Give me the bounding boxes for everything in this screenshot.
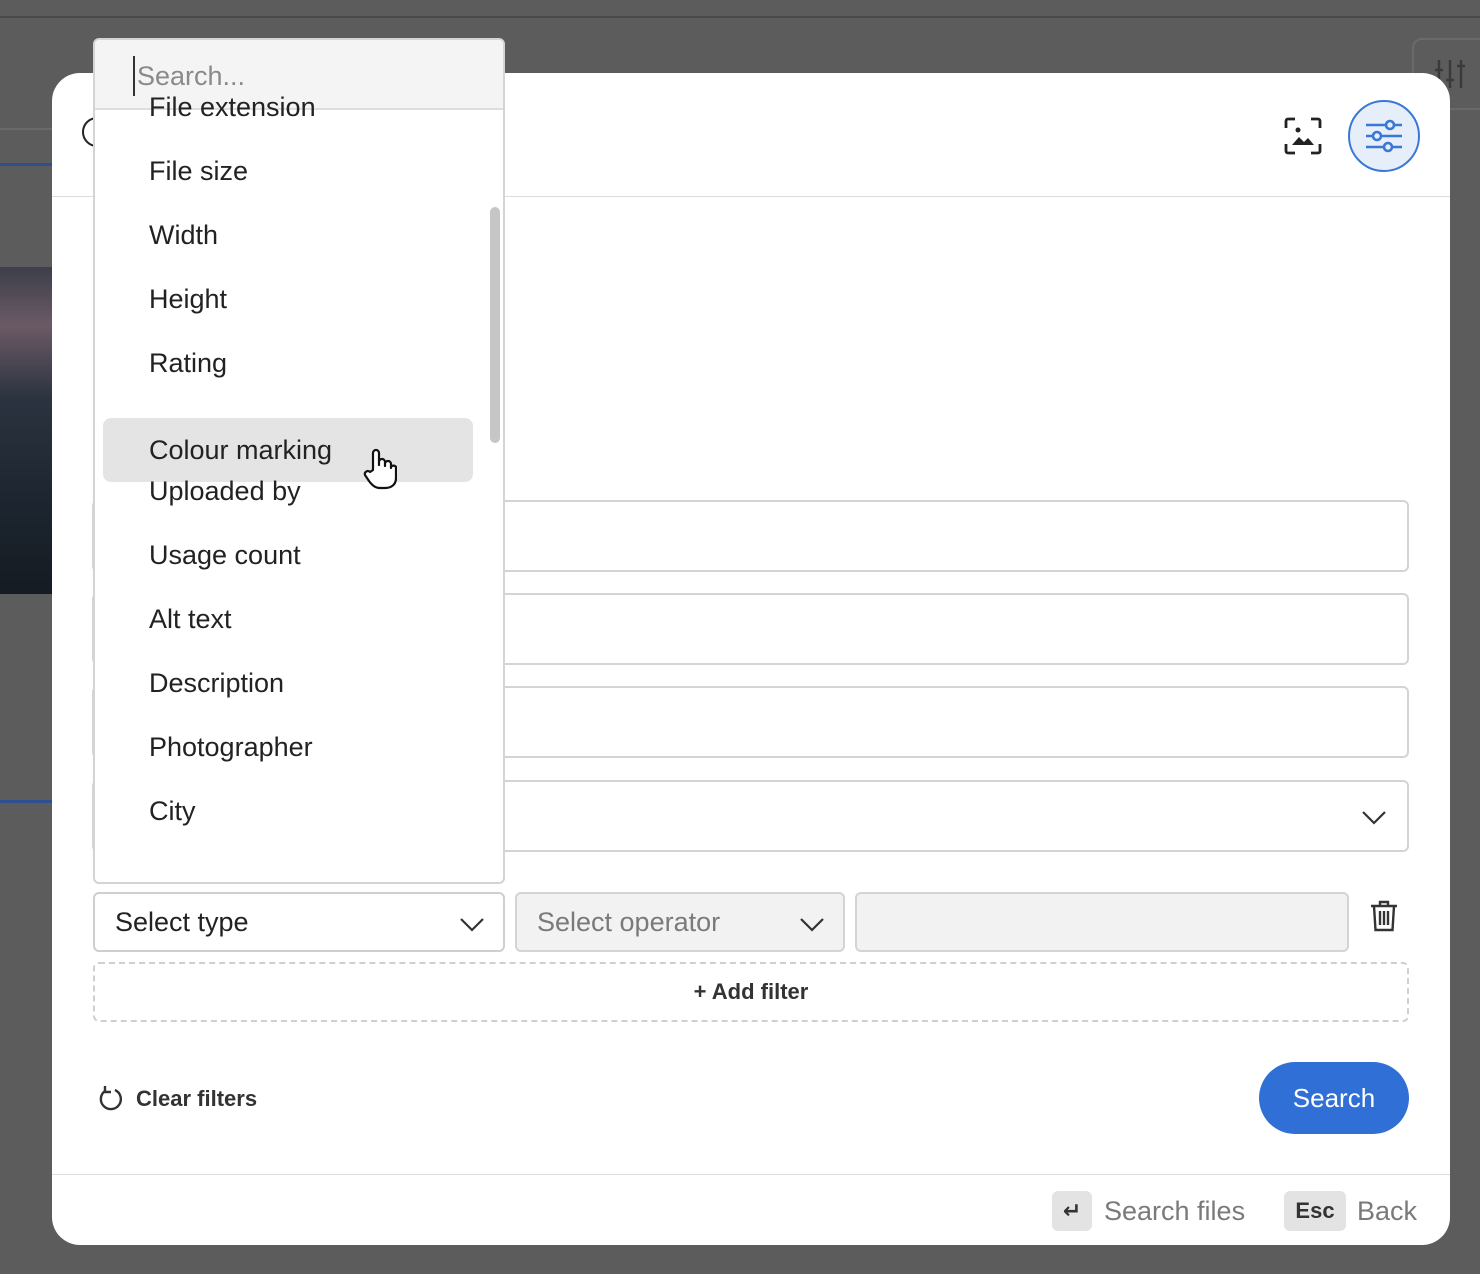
dropdown-option[interactable]: File size — [103, 139, 473, 203]
sliders-icon — [1366, 119, 1402, 153]
filter-type-dropdown: File extension File size Width Height Ra… — [93, 38, 505, 884]
image-search-icon — [1284, 117, 1322, 155]
dropdown-option[interactable]: Width — [103, 203, 473, 267]
clear-filters-button[interactable]: Clear filters — [96, 1081, 257, 1117]
add-filter-label: + Add filter — [693, 979, 809, 1004]
chevron-down-icon — [1362, 811, 1386, 825]
enter-key-hint: ↵ — [1052, 1191, 1092, 1231]
search-files-hint: Search files — [1104, 1195, 1246, 1226]
option-label: Description — [149, 667, 285, 698]
filter-operator-placeholder: Select operator — [537, 906, 721, 937]
background-accent-line — [0, 800, 52, 803]
reset-icon — [99, 1086, 123, 1111]
option-label: Photographer — [149, 731, 313, 762]
dropdown-option[interactable]: Height — [103, 267, 473, 331]
option-label: Uploaded by — [149, 475, 301, 506]
clear-filters-label: Clear filters — [136, 1086, 258, 1111]
modal-footer: ↵ Search files Esc Back — [52, 1174, 1450, 1245]
option-label: Alt text — [149, 603, 232, 634]
dropdown-scrollbar[interactable] — [490, 207, 500, 443]
option-label: Height — [149, 283, 228, 314]
background-divider — [0, 16, 1480, 18]
option-label: Width — [149, 219, 219, 250]
background-accent-line — [0, 163, 52, 166]
chevron-down-icon — [460, 918, 484, 932]
dropdown-option[interactable]: Description — [103, 651, 473, 715]
search-button[interactable]: Search — [1259, 1062, 1409, 1134]
dropdown-option[interactable]: Uploaded by — [103, 459, 473, 523]
chevron-down-icon — [800, 918, 824, 932]
option-label: Rating — [149, 347, 228, 378]
option-label: File extension — [149, 91, 316, 122]
dropdown-option[interactable]: Photographer — [103, 715, 473, 779]
option-label: Usage count — [149, 539, 301, 570]
filter-toggle-button[interactable] — [1348, 100, 1420, 172]
dropdown-option[interactable]: Usage count — [103, 523, 473, 587]
hand-cursor-icon — [363, 448, 397, 490]
dropdown-option[interactable]: Alt text — [103, 587, 473, 651]
esc-key-hint: Esc — [1284, 1191, 1346, 1231]
option-label: File size — [149, 155, 249, 186]
filter-type-select[interactable]: Select type — [93, 892, 505, 952]
filter-value-input[interactable] — [855, 892, 1349, 952]
back-hint: Back — [1357, 1195, 1418, 1226]
option-label: City — [149, 795, 196, 826]
filter-operator-select[interactable]: Select operator — [515, 892, 845, 952]
trash-icon[interactable] — [1368, 899, 1400, 933]
enter-key-icon: ↵ — [1062, 1198, 1082, 1223]
esc-key-label: Esc — [1295, 1198, 1335, 1223]
dropdown-option[interactable]: Rating — [103, 331, 473, 395]
add-filter-button[interactable]: + Add filter — [93, 962, 1409, 1022]
dropdown-option[interactable]: City — [103, 779, 473, 843]
dropdown-option[interactable]: File extension — [103, 75, 473, 139]
search-button-label: Search — [1292, 1082, 1376, 1113]
filter-type-placeholder: Select type — [115, 906, 249, 937]
background-divider — [0, 128, 52, 130]
image-search-button[interactable] — [1280, 113, 1326, 159]
background-photo-thumbnail — [0, 267, 52, 594]
